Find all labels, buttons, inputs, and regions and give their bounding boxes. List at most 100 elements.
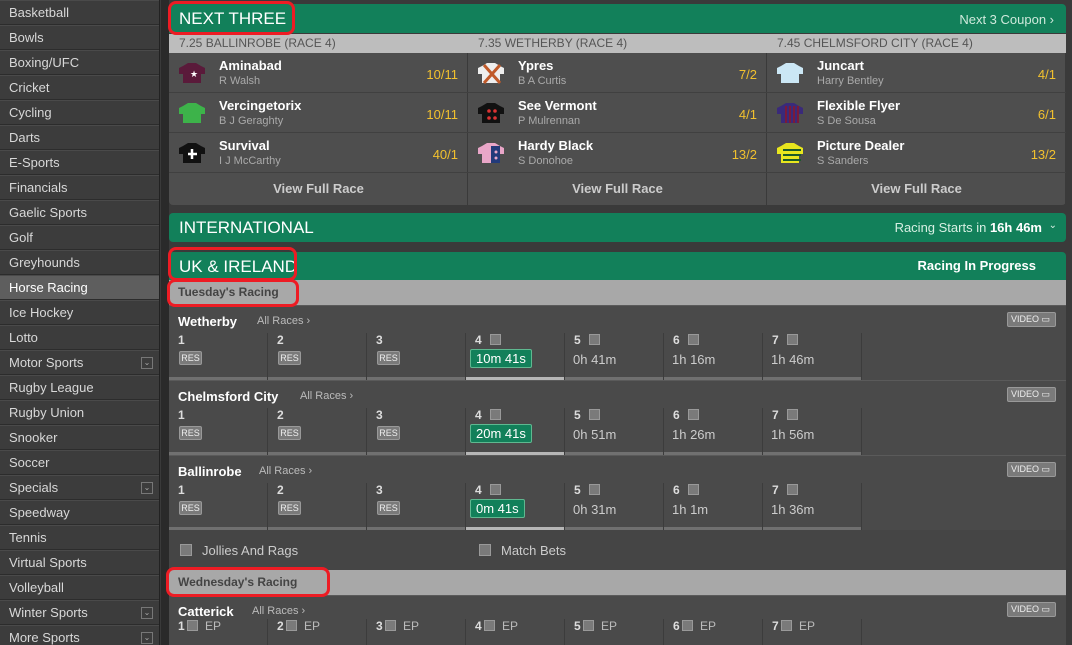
race-checkbox[interactable] bbox=[688, 409, 699, 420]
sidebar-item[interactable]: More Sports ⌄ bbox=[0, 625, 159, 645]
meeting-name[interactable]: Wetherby bbox=[178, 314, 237, 329]
race-cell[interactable]: 7 1h 56m bbox=[763, 408, 862, 456]
runner-name[interactable]: Flexible Flyer bbox=[817, 98, 900, 113]
runner-name[interactable]: Juncart bbox=[817, 58, 864, 73]
video-button[interactable]: VIDEO ▭ bbox=[1007, 462, 1056, 477]
result-badge[interactable]: RES bbox=[278, 426, 301, 440]
video-button[interactable]: VIDEO ▭ bbox=[1007, 602, 1056, 617]
sidebar-item[interactable]: Motor Sports ⌄ bbox=[0, 350, 159, 375]
odds-button[interactable]: 10/11 bbox=[426, 107, 458, 122]
race-checkbox[interactable] bbox=[682, 620, 693, 631]
race-cell[interactable]: 2 RES bbox=[268, 408, 367, 456]
sidebar-item[interactable]: Cycling bbox=[0, 100, 159, 125]
race-cell[interactable]: 6 1h 26m bbox=[664, 408, 763, 456]
race-checkbox[interactable] bbox=[286, 620, 297, 631]
result-badge[interactable]: RES bbox=[278, 501, 301, 515]
race-cell[interactable]: 4 0m 41s bbox=[466, 483, 565, 531]
race-checkbox[interactable] bbox=[385, 620, 396, 631]
result-badge[interactable]: RES bbox=[179, 426, 202, 440]
sidebar-item[interactable]: Boxing/UFC bbox=[0, 50, 159, 75]
sidebar-item[interactable]: Tennis bbox=[0, 525, 159, 550]
race-checkbox[interactable] bbox=[490, 334, 501, 345]
all-races-link[interactable]: All Races › bbox=[300, 390, 353, 402]
race-checkbox[interactable] bbox=[187, 620, 198, 631]
odds-button[interactable]: 13/2 bbox=[1031, 147, 1056, 162]
race-checkbox[interactable] bbox=[589, 334, 600, 345]
sidebar-item[interactable]: Horse Racing bbox=[0, 275, 159, 300]
race-checkbox[interactable] bbox=[781, 620, 792, 631]
runner-name[interactable]: Survival bbox=[219, 138, 270, 153]
race-time[interactable]: 1h 36m bbox=[771, 502, 814, 517]
sidebar-item[interactable]: Speedway bbox=[0, 500, 159, 525]
meeting-name[interactable]: Chelmsford City bbox=[178, 389, 278, 404]
sidebar-item[interactable]: Rugby League bbox=[0, 375, 159, 400]
race-cell[interactable]: 6 1h 1m bbox=[664, 483, 763, 531]
race-countdown[interactable]: 0m 41s bbox=[470, 499, 525, 518]
runner-name[interactable]: Ypres bbox=[518, 58, 553, 73]
race-cell[interactable]: 2 EP bbox=[268, 619, 367, 645]
odds-button[interactable]: 4/1 bbox=[1038, 67, 1056, 82]
sidebar-item[interactable]: Volleyball bbox=[0, 575, 159, 600]
result-badge[interactable]: RES bbox=[179, 351, 202, 365]
sidebar-item[interactable]: Cricket bbox=[0, 75, 159, 100]
sidebar-item[interactable]: Winter Sports ⌄ bbox=[0, 600, 159, 625]
race-cell[interactable]: 3 RES bbox=[367, 408, 466, 456]
race-time[interactable]: 1h 16m bbox=[672, 352, 715, 367]
all-races-link[interactable]: All Races › bbox=[259, 465, 312, 477]
sidebar-item[interactable]: Soccer bbox=[0, 450, 159, 475]
race-checkbox[interactable] bbox=[490, 484, 501, 495]
result-badge[interactable]: RES bbox=[377, 351, 400, 365]
race-checkbox[interactable] bbox=[589, 484, 600, 495]
video-button[interactable]: VIDEO ▭ bbox=[1007, 387, 1056, 402]
race-cell[interactable]: 3 EP bbox=[367, 619, 466, 645]
race-cell[interactable]: 6 EP bbox=[664, 619, 763, 645]
odds-button[interactable]: 10/11 bbox=[426, 67, 458, 82]
race-checkbox[interactable] bbox=[787, 484, 798, 495]
race-time[interactable]: 1h 56m bbox=[771, 427, 814, 442]
view-full-race-link[interactable]: View Full Race bbox=[767, 173, 1066, 205]
race-checkbox[interactable] bbox=[589, 409, 600, 420]
race-cell[interactable]: 5 0h 41m bbox=[565, 333, 664, 381]
sidebar-item[interactable]: Greyhounds bbox=[0, 250, 159, 275]
race-time[interactable]: 0h 41m bbox=[573, 352, 616, 367]
runner-name[interactable]: See Vermont bbox=[518, 98, 597, 113]
sidebar-item[interactable]: Lotto bbox=[0, 325, 159, 350]
race-cell[interactable]: 7 EP bbox=[763, 619, 862, 645]
race-checkbox[interactable] bbox=[583, 620, 594, 631]
sidebar-item[interactable]: Gaelic Sports bbox=[0, 200, 159, 225]
race-time[interactable]: 1h 46m bbox=[771, 352, 814, 367]
jollies-checkbox[interactable] bbox=[180, 544, 192, 556]
all-races-link[interactable]: All Races › bbox=[252, 605, 305, 617]
race-cell[interactable]: 1 EP bbox=[169, 619, 268, 645]
race-checkbox[interactable] bbox=[490, 409, 501, 420]
all-races-link[interactable]: All Races › bbox=[257, 315, 310, 327]
odds-button[interactable]: 13/2 bbox=[732, 147, 757, 162]
race-cell[interactable]: 6 1h 16m bbox=[664, 333, 763, 381]
runner-name[interactable]: Aminabad bbox=[219, 58, 282, 73]
runner-name[interactable]: Hardy Black bbox=[518, 138, 593, 153]
expand-icon[interactable]: ⌄ bbox=[141, 632, 153, 644]
race-countdown[interactable]: 10m 41s bbox=[470, 349, 532, 368]
view-full-race-link[interactable]: View Full Race bbox=[468, 173, 767, 205]
expand-icon[interactable]: ⌄ bbox=[141, 607, 153, 619]
expand-icon[interactable]: ⌄ bbox=[141, 482, 153, 494]
race-cell[interactable]: 2 RES bbox=[268, 483, 367, 531]
sidebar-item[interactable]: E-Sports bbox=[0, 150, 159, 175]
sidebar-item[interactable]: Rugby Union bbox=[0, 400, 159, 425]
result-badge[interactable]: RES bbox=[179, 501, 202, 515]
sidebar-item[interactable]: Bowls bbox=[0, 25, 159, 50]
race-cell[interactable]: 5 0h 51m bbox=[565, 408, 664, 456]
result-badge[interactable]: RES bbox=[278, 351, 301, 365]
result-badge[interactable]: RES bbox=[377, 501, 400, 515]
odds-button[interactable]: 6/1 bbox=[1038, 107, 1056, 122]
race-checkbox[interactable] bbox=[688, 334, 699, 345]
race-countdown[interactable]: 20m 41s bbox=[470, 424, 532, 443]
race-time[interactable]: 1h 1m bbox=[672, 502, 708, 517]
meeting-name[interactable]: Catterick bbox=[178, 604, 234, 619]
race-cell[interactable]: 4 10m 41s bbox=[466, 333, 565, 381]
race-cell[interactable]: 3 RES bbox=[367, 483, 466, 531]
view-full-race-link[interactable]: View Full Race bbox=[169, 173, 468, 205]
sidebar-item[interactable]: Virtual Sports bbox=[0, 550, 159, 575]
race-cell[interactable]: 1 RES bbox=[169, 408, 268, 456]
race-cell[interactable]: 1 RES bbox=[169, 333, 268, 381]
